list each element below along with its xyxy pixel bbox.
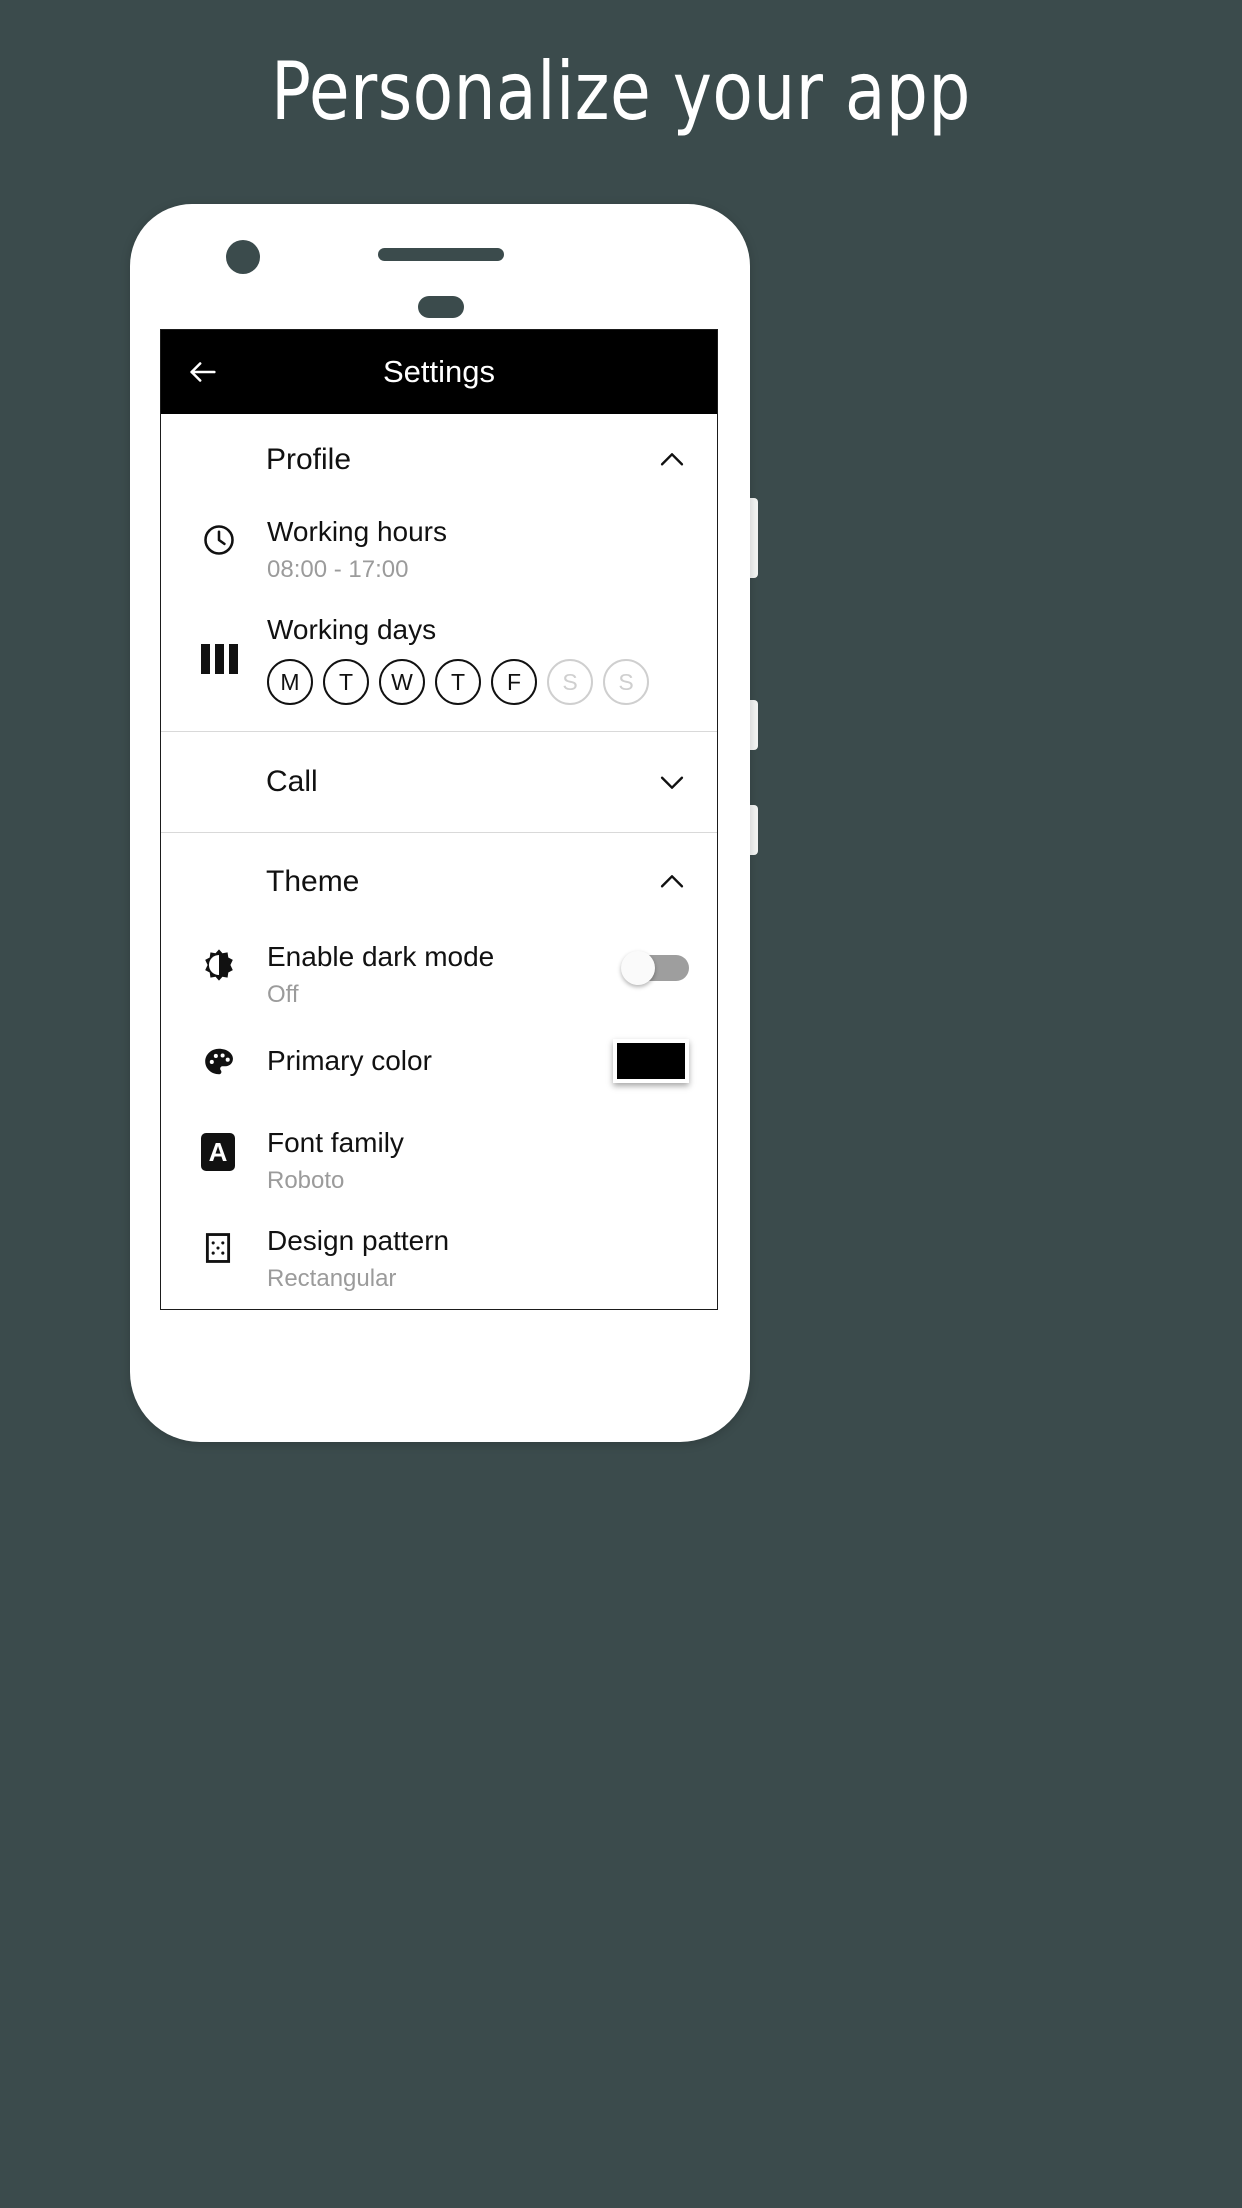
- day-chip-saturday[interactable]: S: [547, 659, 593, 706]
- row-subtitle: Rectangular: [267, 1265, 397, 1293]
- row-title: Design pattern: [267, 1225, 450, 1257]
- day-chip-friday[interactable]: F: [491, 659, 537, 706]
- app-bar-title: Settings: [382, 354, 495, 389]
- pattern-icon: [189, 1221, 267, 1265]
- dark-mode-toggle[interactable]: [621, 951, 689, 986]
- app-screen: Settings Profile Working hours 08:00 - 1…: [160, 329, 718, 1310]
- font-icon: A: [189, 1123, 267, 1172]
- screenshot-canvas: Personalize your app Settings Profile Wo…: [0, 0, 1242, 2208]
- section-title-call: Call: [266, 765, 318, 799]
- page-title: Personalize your app: [271, 45, 971, 138]
- row-font-family-text: Font family Roboto: [267, 1123, 689, 1197]
- primary-color-swatch[interactable]: [613, 1039, 689, 1084]
- earpiece-speaker: [378, 248, 504, 261]
- font-icon-letter: A: [201, 1133, 235, 1172]
- palette-icon: [189, 1035, 267, 1081]
- day-chip-thursday[interactable]: T: [435, 659, 481, 706]
- row-subtitle: 08:00 - 17:00: [267, 555, 409, 583]
- row-working-days-text: Working days M T W T F S S: [267, 610, 689, 706]
- front-camera-icon: [226, 240, 260, 274]
- row-primary-color[interactable]: Primary color: [161, 1029, 717, 1117]
- section-header-call[interactable]: Call: [161, 732, 717, 832]
- row-subtitle: Off: [267, 980, 299, 1008]
- chevron-up-icon[interactable]: [655, 865, 689, 899]
- back-arrow-icon[interactable]: [186, 355, 220, 389]
- app-bar: Settings: [161, 330, 717, 414]
- section-title-theme: Theme: [266, 865, 360, 899]
- row-dark-mode[interactable]: Enable dark mode Off: [161, 931, 717, 1029]
- row-title: Enable dark mode: [267, 941, 495, 973]
- dark-mode-toggle-wrap: [621, 937, 689, 986]
- section-title-profile: Profile: [266, 443, 352, 476]
- section-profile: Profile Working hours 08:00 - 17:00 Work…: [161, 414, 717, 733]
- row-font-family[interactable]: A Font family Roboto: [161, 1117, 717, 1215]
- brightness-icon: [189, 937, 267, 983]
- day-chip-sunday[interactable]: S: [603, 659, 649, 706]
- primary-color-swatch-wrap: [613, 1035, 689, 1084]
- primary-color-fill: [617, 1043, 685, 1080]
- working-days-selector[interactable]: M T W T F S S: [267, 659, 689, 706]
- row-title: Font family: [267, 1127, 404, 1159]
- row-title: Primary color: [267, 1045, 432, 1077]
- day-chip-monday[interactable]: M: [267, 659, 313, 706]
- section-header-theme[interactable]: Theme: [161, 833, 717, 931]
- day-chip-tuesday[interactable]: T: [323, 659, 369, 706]
- section-theme: Theme Enable dark mode Off Primary color…: [161, 833, 717, 1309]
- day-chip-wednesday[interactable]: W: [379, 659, 425, 706]
- section-header-profile[interactable]: Profile: [161, 414, 717, 506]
- row-primary-color-text: Primary color: [267, 1035, 613, 1080]
- row-title: Working hours: [267, 516, 448, 547]
- row-working-days[interactable]: Working days M T W T F S S: [161, 604, 717, 731]
- row-title: Working days: [267, 614, 437, 646]
- row-working-hours[interactable]: Working hours 08:00 - 17:00: [161, 506, 717, 604]
- proximity-sensor: [418, 296, 464, 318]
- bars-icon: [189, 610, 267, 675]
- chevron-down-icon[interactable]: [655, 765, 689, 799]
- section-call: Call: [161, 732, 717, 834]
- clock-icon: [189, 512, 267, 558]
- row-design-pattern-text: Design pattern Rectangular: [267, 1221, 689, 1295]
- settings-list: Profile Working hours 08:00 - 17:00 Work…: [161, 414, 717, 1309]
- toggle-thumb[interactable]: [621, 951, 655, 986]
- row-dark-mode-text: Enable dark mode Off: [267, 937, 621, 1011]
- row-working-hours-text: Working hours 08:00 - 17:00: [267, 512, 689, 586]
- row-design-pattern[interactable]: Design pattern Rectangular: [161, 1215, 717, 1309]
- chevron-up-icon[interactable]: [655, 443, 689, 477]
- row-subtitle: Roboto: [267, 1167, 345, 1195]
